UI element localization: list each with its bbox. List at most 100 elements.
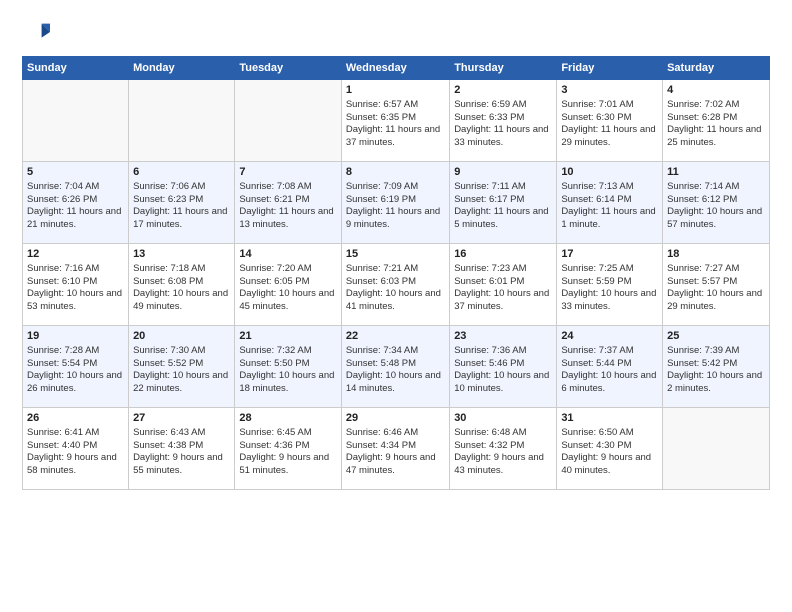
calendar-cell: 2Sunrise: 6:59 AM Sunset: 6:33 PM Daylig… <box>450 80 557 162</box>
day-number: 16 <box>454 247 552 262</box>
logo-icon <box>22 18 50 46</box>
weekday-header-tuesday: Tuesday <box>235 57 342 80</box>
day-info: Sunrise: 7:13 AM Sunset: 6:14 PM Dayligh… <box>561 181 658 232</box>
day-info: Sunrise: 7:27 AM Sunset: 5:57 PM Dayligh… <box>667 263 765 314</box>
day-number: 15 <box>346 247 445 262</box>
day-info: Sunrise: 7:09 AM Sunset: 6:19 PM Dayligh… <box>346 181 445 232</box>
day-number: 30 <box>454 411 552 426</box>
day-number: 2 <box>454 83 552 98</box>
weekday-header-wednesday: Wednesday <box>341 57 449 80</box>
day-number: 10 <box>561 165 658 180</box>
day-info: Sunrise: 6:48 AM Sunset: 4:32 PM Dayligh… <box>454 427 552 478</box>
weekday-header-saturday: Saturday <box>663 57 770 80</box>
day-info: Sunrise: 7:30 AM Sunset: 5:52 PM Dayligh… <box>133 345 230 396</box>
calendar-cell: 5Sunrise: 7:04 AM Sunset: 6:26 PM Daylig… <box>23 162 129 244</box>
day-number: 14 <box>239 247 337 262</box>
day-number: 23 <box>454 329 552 344</box>
day-info: Sunrise: 7:04 AM Sunset: 6:26 PM Dayligh… <box>27 181 124 232</box>
day-info: Sunrise: 7:36 AM Sunset: 5:46 PM Dayligh… <box>454 345 552 396</box>
calendar-cell: 6Sunrise: 7:06 AM Sunset: 6:23 PM Daylig… <box>129 162 235 244</box>
logo <box>22 18 54 46</box>
calendar-table: SundayMondayTuesdayWednesdayThursdayFrid… <box>22 56 770 490</box>
day-number: 28 <box>239 411 337 426</box>
calendar-cell: 10Sunrise: 7:13 AM Sunset: 6:14 PM Dayli… <box>557 162 663 244</box>
calendar-cell: 20Sunrise: 7:30 AM Sunset: 5:52 PM Dayli… <box>129 326 235 408</box>
day-info: Sunrise: 7:06 AM Sunset: 6:23 PM Dayligh… <box>133 181 230 232</box>
day-info: Sunrise: 7:02 AM Sunset: 6:28 PM Dayligh… <box>667 99 765 150</box>
day-info: Sunrise: 7:23 AM Sunset: 6:01 PM Dayligh… <box>454 263 552 314</box>
day-info: Sunrise: 6:43 AM Sunset: 4:38 PM Dayligh… <box>133 427 230 478</box>
day-info: Sunrise: 7:16 AM Sunset: 6:10 PM Dayligh… <box>27 263 124 314</box>
calendar-cell: 18Sunrise: 7:27 AM Sunset: 5:57 PM Dayli… <box>663 244 770 326</box>
calendar-cell: 4Sunrise: 7:02 AM Sunset: 6:28 PM Daylig… <box>663 80 770 162</box>
calendar-cell: 31Sunrise: 6:50 AM Sunset: 4:30 PM Dayli… <box>557 408 663 490</box>
calendar-cell: 13Sunrise: 7:18 AM Sunset: 6:08 PM Dayli… <box>129 244 235 326</box>
day-number: 18 <box>667 247 765 262</box>
day-number: 12 <box>27 247 124 262</box>
calendar-cell: 27Sunrise: 6:43 AM Sunset: 4:38 PM Dayli… <box>129 408 235 490</box>
calendar-cell: 17Sunrise: 7:25 AM Sunset: 5:59 PM Dayli… <box>557 244 663 326</box>
calendar-cell: 21Sunrise: 7:32 AM Sunset: 5:50 PM Dayli… <box>235 326 342 408</box>
page: SundayMondayTuesdayWednesdayThursdayFrid… <box>0 0 792 612</box>
day-info: Sunrise: 6:57 AM Sunset: 6:35 PM Dayligh… <box>346 99 445 150</box>
day-number: 25 <box>667 329 765 344</box>
day-number: 31 <box>561 411 658 426</box>
day-number: 21 <box>239 329 337 344</box>
day-number: 8 <box>346 165 445 180</box>
calendar-cell <box>235 80 342 162</box>
weekday-header-sunday: Sunday <box>23 57 129 80</box>
day-number: 20 <box>133 329 230 344</box>
weekday-header-friday: Friday <box>557 57 663 80</box>
calendar-cell: 11Sunrise: 7:14 AM Sunset: 6:12 PM Dayli… <box>663 162 770 244</box>
calendar-cell: 15Sunrise: 7:21 AM Sunset: 6:03 PM Dayli… <box>341 244 449 326</box>
day-info: Sunrise: 7:08 AM Sunset: 6:21 PM Dayligh… <box>239 181 337 232</box>
calendar-cell: 8Sunrise: 7:09 AM Sunset: 6:19 PM Daylig… <box>341 162 449 244</box>
day-info: Sunrise: 7:28 AM Sunset: 5:54 PM Dayligh… <box>27 345 124 396</box>
calendar-cell: 9Sunrise: 7:11 AM Sunset: 6:17 PM Daylig… <box>450 162 557 244</box>
calendar-cell: 14Sunrise: 7:20 AM Sunset: 6:05 PM Dayli… <box>235 244 342 326</box>
header <box>22 18 770 46</box>
day-number: 7 <box>239 165 337 180</box>
day-info: Sunrise: 6:46 AM Sunset: 4:34 PM Dayligh… <box>346 427 445 478</box>
day-info: Sunrise: 7:34 AM Sunset: 5:48 PM Dayligh… <box>346 345 445 396</box>
calendar-cell: 26Sunrise: 6:41 AM Sunset: 4:40 PM Dayli… <box>23 408 129 490</box>
calendar-cell: 29Sunrise: 6:46 AM Sunset: 4:34 PM Dayli… <box>341 408 449 490</box>
calendar-cell: 23Sunrise: 7:36 AM Sunset: 5:46 PM Dayli… <box>450 326 557 408</box>
day-info: Sunrise: 7:39 AM Sunset: 5:42 PM Dayligh… <box>667 345 765 396</box>
day-number: 19 <box>27 329 124 344</box>
calendar-cell <box>129 80 235 162</box>
calendar-cell: 12Sunrise: 7:16 AM Sunset: 6:10 PM Dayli… <box>23 244 129 326</box>
day-number: 11 <box>667 165 765 180</box>
day-info: Sunrise: 6:41 AM Sunset: 4:40 PM Dayligh… <box>27 427 124 478</box>
day-number: 5 <box>27 165 124 180</box>
calendar-cell <box>23 80 129 162</box>
calendar-cell: 3Sunrise: 7:01 AM Sunset: 6:30 PM Daylig… <box>557 80 663 162</box>
day-info: Sunrise: 7:32 AM Sunset: 5:50 PM Dayligh… <box>239 345 337 396</box>
day-number: 22 <box>346 329 445 344</box>
day-info: Sunrise: 7:25 AM Sunset: 5:59 PM Dayligh… <box>561 263 658 314</box>
day-number: 17 <box>561 247 658 262</box>
calendar-cell: 16Sunrise: 7:23 AM Sunset: 6:01 PM Dayli… <box>450 244 557 326</box>
day-number: 13 <box>133 247 230 262</box>
day-info: Sunrise: 7:11 AM Sunset: 6:17 PM Dayligh… <box>454 181 552 232</box>
day-info: Sunrise: 7:18 AM Sunset: 6:08 PM Dayligh… <box>133 263 230 314</box>
day-info: Sunrise: 6:45 AM Sunset: 4:36 PM Dayligh… <box>239 427 337 478</box>
calendar-cell: 28Sunrise: 6:45 AM Sunset: 4:36 PM Dayli… <box>235 408 342 490</box>
day-info: Sunrise: 7:37 AM Sunset: 5:44 PM Dayligh… <box>561 345 658 396</box>
day-number: 3 <box>561 83 658 98</box>
day-number: 27 <box>133 411 230 426</box>
calendar-cell: 24Sunrise: 7:37 AM Sunset: 5:44 PM Dayli… <box>557 326 663 408</box>
day-number: 1 <box>346 83 445 98</box>
day-number: 4 <box>667 83 765 98</box>
calendar-cell: 22Sunrise: 7:34 AM Sunset: 5:48 PM Dayli… <box>341 326 449 408</box>
day-info: Sunrise: 6:50 AM Sunset: 4:30 PM Dayligh… <box>561 427 658 478</box>
calendar-cell: 30Sunrise: 6:48 AM Sunset: 4:32 PM Dayli… <box>450 408 557 490</box>
weekday-header-thursday: Thursday <box>450 57 557 80</box>
day-info: Sunrise: 7:14 AM Sunset: 6:12 PM Dayligh… <box>667 181 765 232</box>
calendar-cell: 1Sunrise: 6:57 AM Sunset: 6:35 PM Daylig… <box>341 80 449 162</box>
calendar-cell <box>663 408 770 490</box>
day-number: 24 <box>561 329 658 344</box>
day-info: Sunrise: 6:59 AM Sunset: 6:33 PM Dayligh… <box>454 99 552 150</box>
day-info: Sunrise: 7:21 AM Sunset: 6:03 PM Dayligh… <box>346 263 445 314</box>
calendar-cell: 19Sunrise: 7:28 AM Sunset: 5:54 PM Dayli… <box>23 326 129 408</box>
